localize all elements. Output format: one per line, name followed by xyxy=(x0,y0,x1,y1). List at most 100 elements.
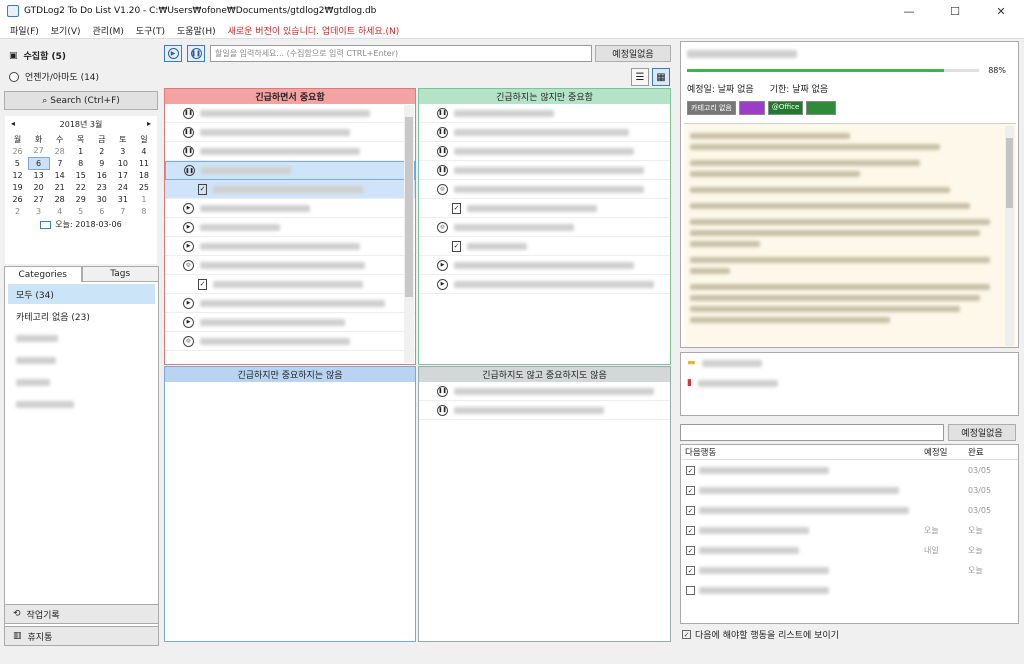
today-link[interactable]: 오늘: 2018-03-06 xyxy=(5,219,157,230)
next-action-row[interactable]: ✓ 내일 오늘 xyxy=(681,540,1018,560)
task-item[interactable]: ▶ xyxy=(419,256,670,275)
task-item-selected[interactable]: ❚❚ xyxy=(165,161,415,180)
subtask-item[interactable]: ✓ xyxy=(165,180,415,199)
task-item[interactable]: ❚❚ xyxy=(419,382,670,401)
checkbox[interactable]: ✓ xyxy=(686,545,695,555)
next-schedule-button[interactable]: 예정일없음 xyxy=(948,424,1016,441)
calendar-day[interactable]: 8 xyxy=(70,157,91,169)
subtask-item[interactable]: ✓ xyxy=(165,275,415,294)
checkbox[interactable]: ✓ xyxy=(686,485,695,495)
play-button[interactable]: ▶ xyxy=(164,45,182,62)
note-scrollbar[interactable] xyxy=(1005,126,1014,346)
task-item[interactable]: ❚❚ xyxy=(165,104,415,123)
task-item[interactable]: ❚❚ xyxy=(165,123,415,142)
task-item[interactable]: ❚❚ xyxy=(419,123,670,142)
col-next-action[interactable]: 다음행동 xyxy=(681,446,924,458)
category-item[interactable] xyxy=(8,394,155,414)
calendar-day[interactable]: 7 xyxy=(49,157,70,169)
subtask-item[interactable]: ✓ xyxy=(419,237,670,256)
category-none[interactable]: 카테고리 없음 (23) xyxy=(8,306,155,326)
next-action-input[interactable] xyxy=(680,424,944,441)
task-item[interactable]: ◎ xyxy=(419,218,670,237)
list-view-button[interactable]: ☰ xyxy=(631,68,649,86)
menu-file[interactable]: 파일(F) xyxy=(10,24,39,37)
calendar-day[interactable]: 2 xyxy=(7,205,28,217)
tag-badge[interactable]: @Office xyxy=(767,101,804,115)
calendar-day[interactable]: 13 xyxy=(28,169,49,181)
calendar-day[interactable]: 20 xyxy=(28,181,49,193)
scheduled-date[interactable]: 예정일: 날짜 없음 xyxy=(687,82,754,95)
calendar-day[interactable]: 30 xyxy=(91,193,112,205)
menu-manage[interactable]: 관리(M) xyxy=(93,24,124,37)
next-action-row[interactable] xyxy=(681,580,1018,600)
calendar-day[interactable]: 26 xyxy=(7,145,28,157)
scroll-thumb[interactable] xyxy=(1006,138,1013,208)
calendar-day[interactable]: 27 xyxy=(28,193,49,205)
menu-tools[interactable]: 도구(T) xyxy=(136,24,165,37)
update-notice[interactable]: 새로운 버전이 있습니다. 업데이트 하세요.(N) xyxy=(228,24,400,37)
next-action-row[interactable]: ✓ 03/05 xyxy=(681,460,1018,480)
menu-view[interactable]: 보기(V) xyxy=(51,24,81,37)
inbox-item[interactable]: ▣ 수집함 (5) xyxy=(9,49,66,63)
calendar-day[interactable]: 27 xyxy=(28,145,49,157)
task-item[interactable]: ❚❚ xyxy=(419,104,670,123)
checkbox[interactable]: ✓ xyxy=(686,565,695,575)
category-item[interactable] xyxy=(8,328,155,348)
pause-button[interactable]: ❚❚ xyxy=(187,45,205,62)
checkbox[interactable]: ✓ xyxy=(686,465,695,475)
calendar-day-selected[interactable]: 6 xyxy=(27,156,50,170)
prev-month-button[interactable]: ◂ xyxy=(11,119,15,130)
checkbox[interactable]: ✓ xyxy=(686,525,695,535)
show-next-actions-option[interactable]: ✓ 다음에 해야할 행동을 리스트에 보이기 xyxy=(682,628,839,641)
calendar-day[interactable]: 10 xyxy=(112,157,133,169)
close-button[interactable]: ✕ xyxy=(978,0,1024,22)
calendar-day[interactable]: 12 xyxy=(7,169,28,181)
work-log-button[interactable]: ⟲ 작업기록 xyxy=(4,604,159,624)
trash-button[interactable]: ▥ 휴지통 xyxy=(4,626,159,646)
task-item[interactable]: ❚❚ xyxy=(419,401,670,420)
calendar-day[interactable]: 22 xyxy=(70,181,91,193)
task-item[interactable]: ▶ xyxy=(419,275,670,294)
calendar-day[interactable]: 1 xyxy=(133,193,154,205)
calendar-day[interactable]: 28 xyxy=(49,145,70,157)
calendar-day[interactable]: 16 xyxy=(91,169,112,181)
task-item[interactable]: ▶ xyxy=(165,237,415,256)
task-item[interactable]: ❚❚ xyxy=(419,161,670,180)
checkbox[interactable]: ✓ xyxy=(686,505,695,515)
calendar-day[interactable]: 6 xyxy=(91,205,112,217)
calendar-day[interactable]: 21 xyxy=(49,181,70,193)
tab-tags[interactable]: Tags xyxy=(81,266,159,282)
calendar-day[interactable]: 7 xyxy=(112,205,133,217)
grid-view-button[interactable]: ▦ xyxy=(652,68,670,86)
category-item[interactable] xyxy=(8,372,155,392)
col-done[interactable]: 완료 xyxy=(968,446,1012,458)
next-month-button[interactable]: ▸ xyxy=(147,119,151,130)
someday-item[interactable]: 언젠가/아마도 (14) xyxy=(9,70,99,83)
calendar-day[interactable]: 5 xyxy=(70,205,91,217)
calendar-day[interactable]: 28 xyxy=(49,193,70,205)
calendar-day[interactable]: 5 xyxy=(7,157,28,169)
calendar-day[interactable]: 31 xyxy=(112,193,133,205)
calendar-day[interactable]: 8 xyxy=(133,205,154,217)
menu-help[interactable]: 도움말(H) xyxy=(177,24,216,37)
task-item[interactable]: ▶ xyxy=(165,313,415,332)
task-item[interactable]: ◎ xyxy=(165,256,415,275)
task-input[interactable]: 할일을 입력하세요... (수집함으로 입력 CTRL+Enter) xyxy=(210,45,592,62)
tag-badge[interactable] xyxy=(738,101,765,115)
calendar-day[interactable]: 3 xyxy=(112,145,133,157)
task-item[interactable]: ❚❚ xyxy=(419,142,670,161)
calendar-day[interactable]: 26 xyxy=(7,193,28,205)
checkbox[interactable] xyxy=(686,585,695,595)
calendar-day[interactable]: 3 xyxy=(28,205,49,217)
attachment-item[interactable]: ▬ xyxy=(681,353,1018,373)
calendar-day[interactable]: 18 xyxy=(133,169,154,181)
next-action-row[interactable]: ✓ 오늘 xyxy=(681,560,1018,580)
category-all[interactable]: 모두 (34) xyxy=(8,284,155,304)
calendar-day[interactable]: 4 xyxy=(133,145,154,157)
calendar-day[interactable]: 4 xyxy=(49,205,70,217)
schedule-button[interactable]: 예정일없음 xyxy=(595,45,671,62)
task-item[interactable]: ◎ xyxy=(165,332,415,351)
deadline-date[interactable]: 기한: 날짜 없음 xyxy=(770,82,828,95)
tab-categories[interactable]: Categories xyxy=(4,266,82,282)
maximize-button[interactable]: ☐ xyxy=(932,0,978,22)
